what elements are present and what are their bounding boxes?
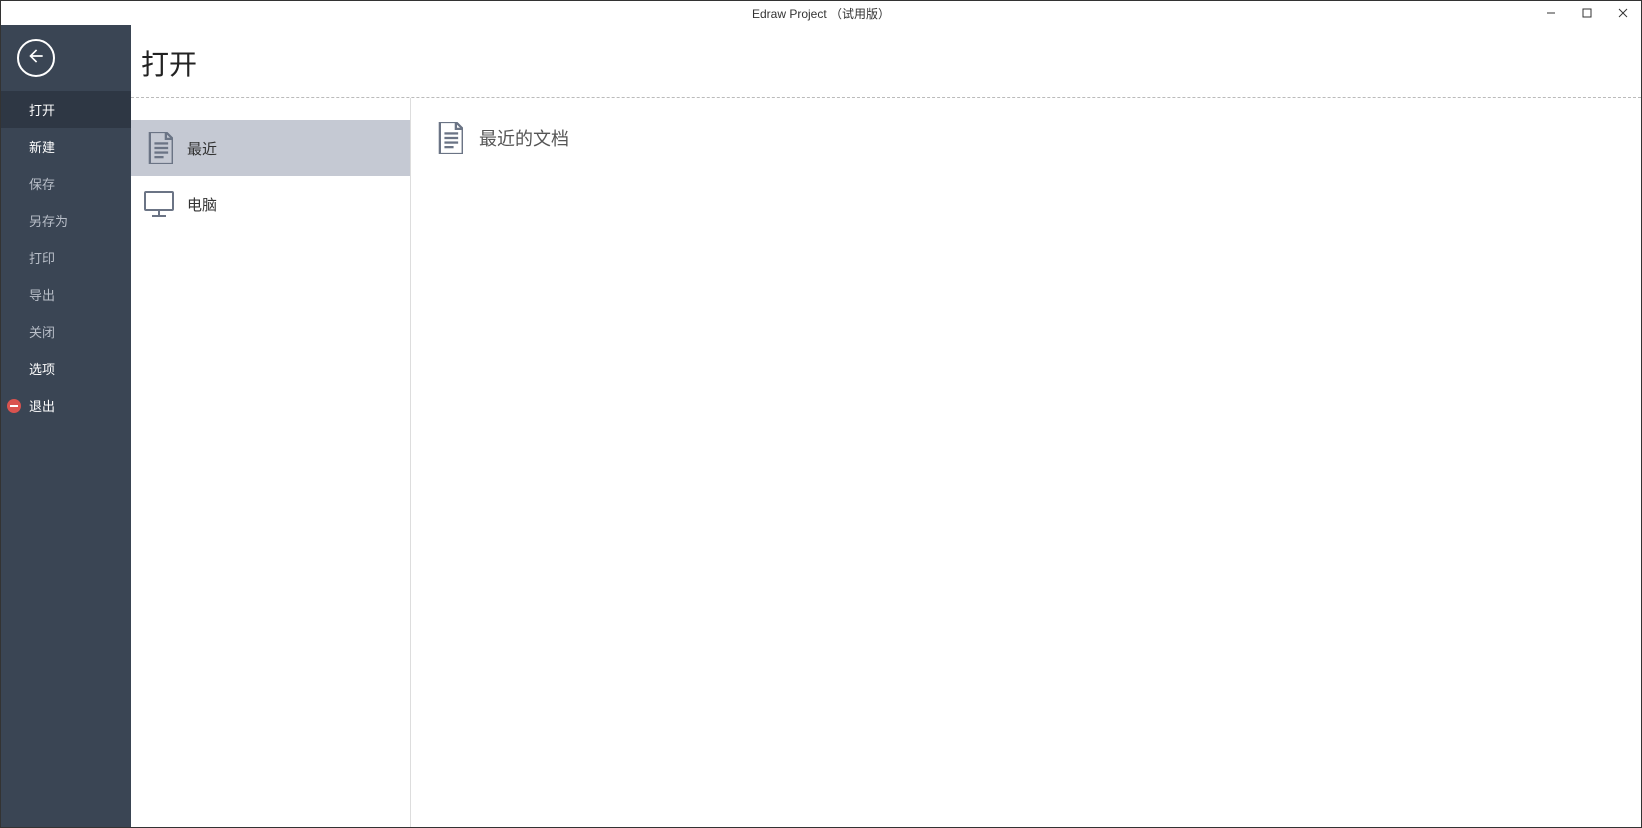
sidebar-item-print[interactable]: 打印	[1, 239, 131, 276]
source-computer-label: 电脑	[187, 194, 217, 215]
content-area: 打开 最近	[131, 25, 1641, 827]
sidebar-item-label: 关闭	[29, 322, 55, 341]
sidebar-item-label: 保存	[29, 174, 55, 193]
content-header: 打开	[131, 25, 1641, 98]
sidebar-item-exit[interactable]: 退出	[1, 387, 131, 424]
source-computer[interactable]: 电脑	[131, 176, 410, 232]
detail-panel: 最近的文档	[411, 98, 1641, 827]
sidebar-item-label: 退出	[29, 396, 55, 415]
computer-icon	[141, 186, 177, 222]
titlebar: Edraw Project （试用版）	[1, 1, 1641, 25]
sidebar-item-open[interactable]: 打开	[1, 91, 131, 128]
recent-documents-heading: 最近的文档	[431, 120, 1621, 156]
window-title: Edraw Project （试用版）	[752, 5, 890, 22]
sidebar-item-label: 另存为	[29, 211, 68, 230]
document-icon	[141, 130, 177, 166]
sidebar-item-new[interactable]: 新建	[1, 128, 131, 165]
page-title: 打开	[141, 43, 1631, 83]
sidebar-item-close[interactable]: 关闭	[1, 313, 131, 350]
sidebar-item-label: 导出	[29, 285, 55, 304]
open-source-panel: 最近 电脑	[131, 98, 411, 827]
back-button[interactable]	[17, 39, 55, 77]
minimize-button[interactable]	[1533, 1, 1569, 25]
sidebar-item-label: 打开	[29, 100, 55, 119]
source-recent[interactable]: 最近	[131, 120, 410, 176]
sidebar-item-label: 打印	[29, 248, 55, 267]
content-body: 最近 电脑	[131, 98, 1641, 827]
stop-icon	[7, 399, 21, 413]
sidebar-item-export[interactable]: 导出	[1, 276, 131, 313]
window-controls	[1533, 1, 1641, 25]
arrow-left-icon	[26, 46, 46, 71]
sidebar-item-options[interactable]: 选项	[1, 350, 131, 387]
sidebar-item-save[interactable]: 保存	[1, 165, 131, 202]
document-icon	[431, 120, 467, 156]
sidebar-item-label: 新建	[29, 137, 55, 156]
maximize-button[interactable]	[1569, 1, 1605, 25]
source-recent-label: 最近	[187, 138, 217, 159]
close-button[interactable]	[1605, 1, 1641, 25]
sidebar-item-label: 选项	[29, 359, 55, 378]
file-menu-sidebar: 打开 新建 保存 另存为 打印 导出 关闭 选项 退出	[1, 25, 131, 827]
sidebar-item-saveas[interactable]: 另存为	[1, 202, 131, 239]
recent-documents-label: 最近的文档	[479, 125, 569, 151]
